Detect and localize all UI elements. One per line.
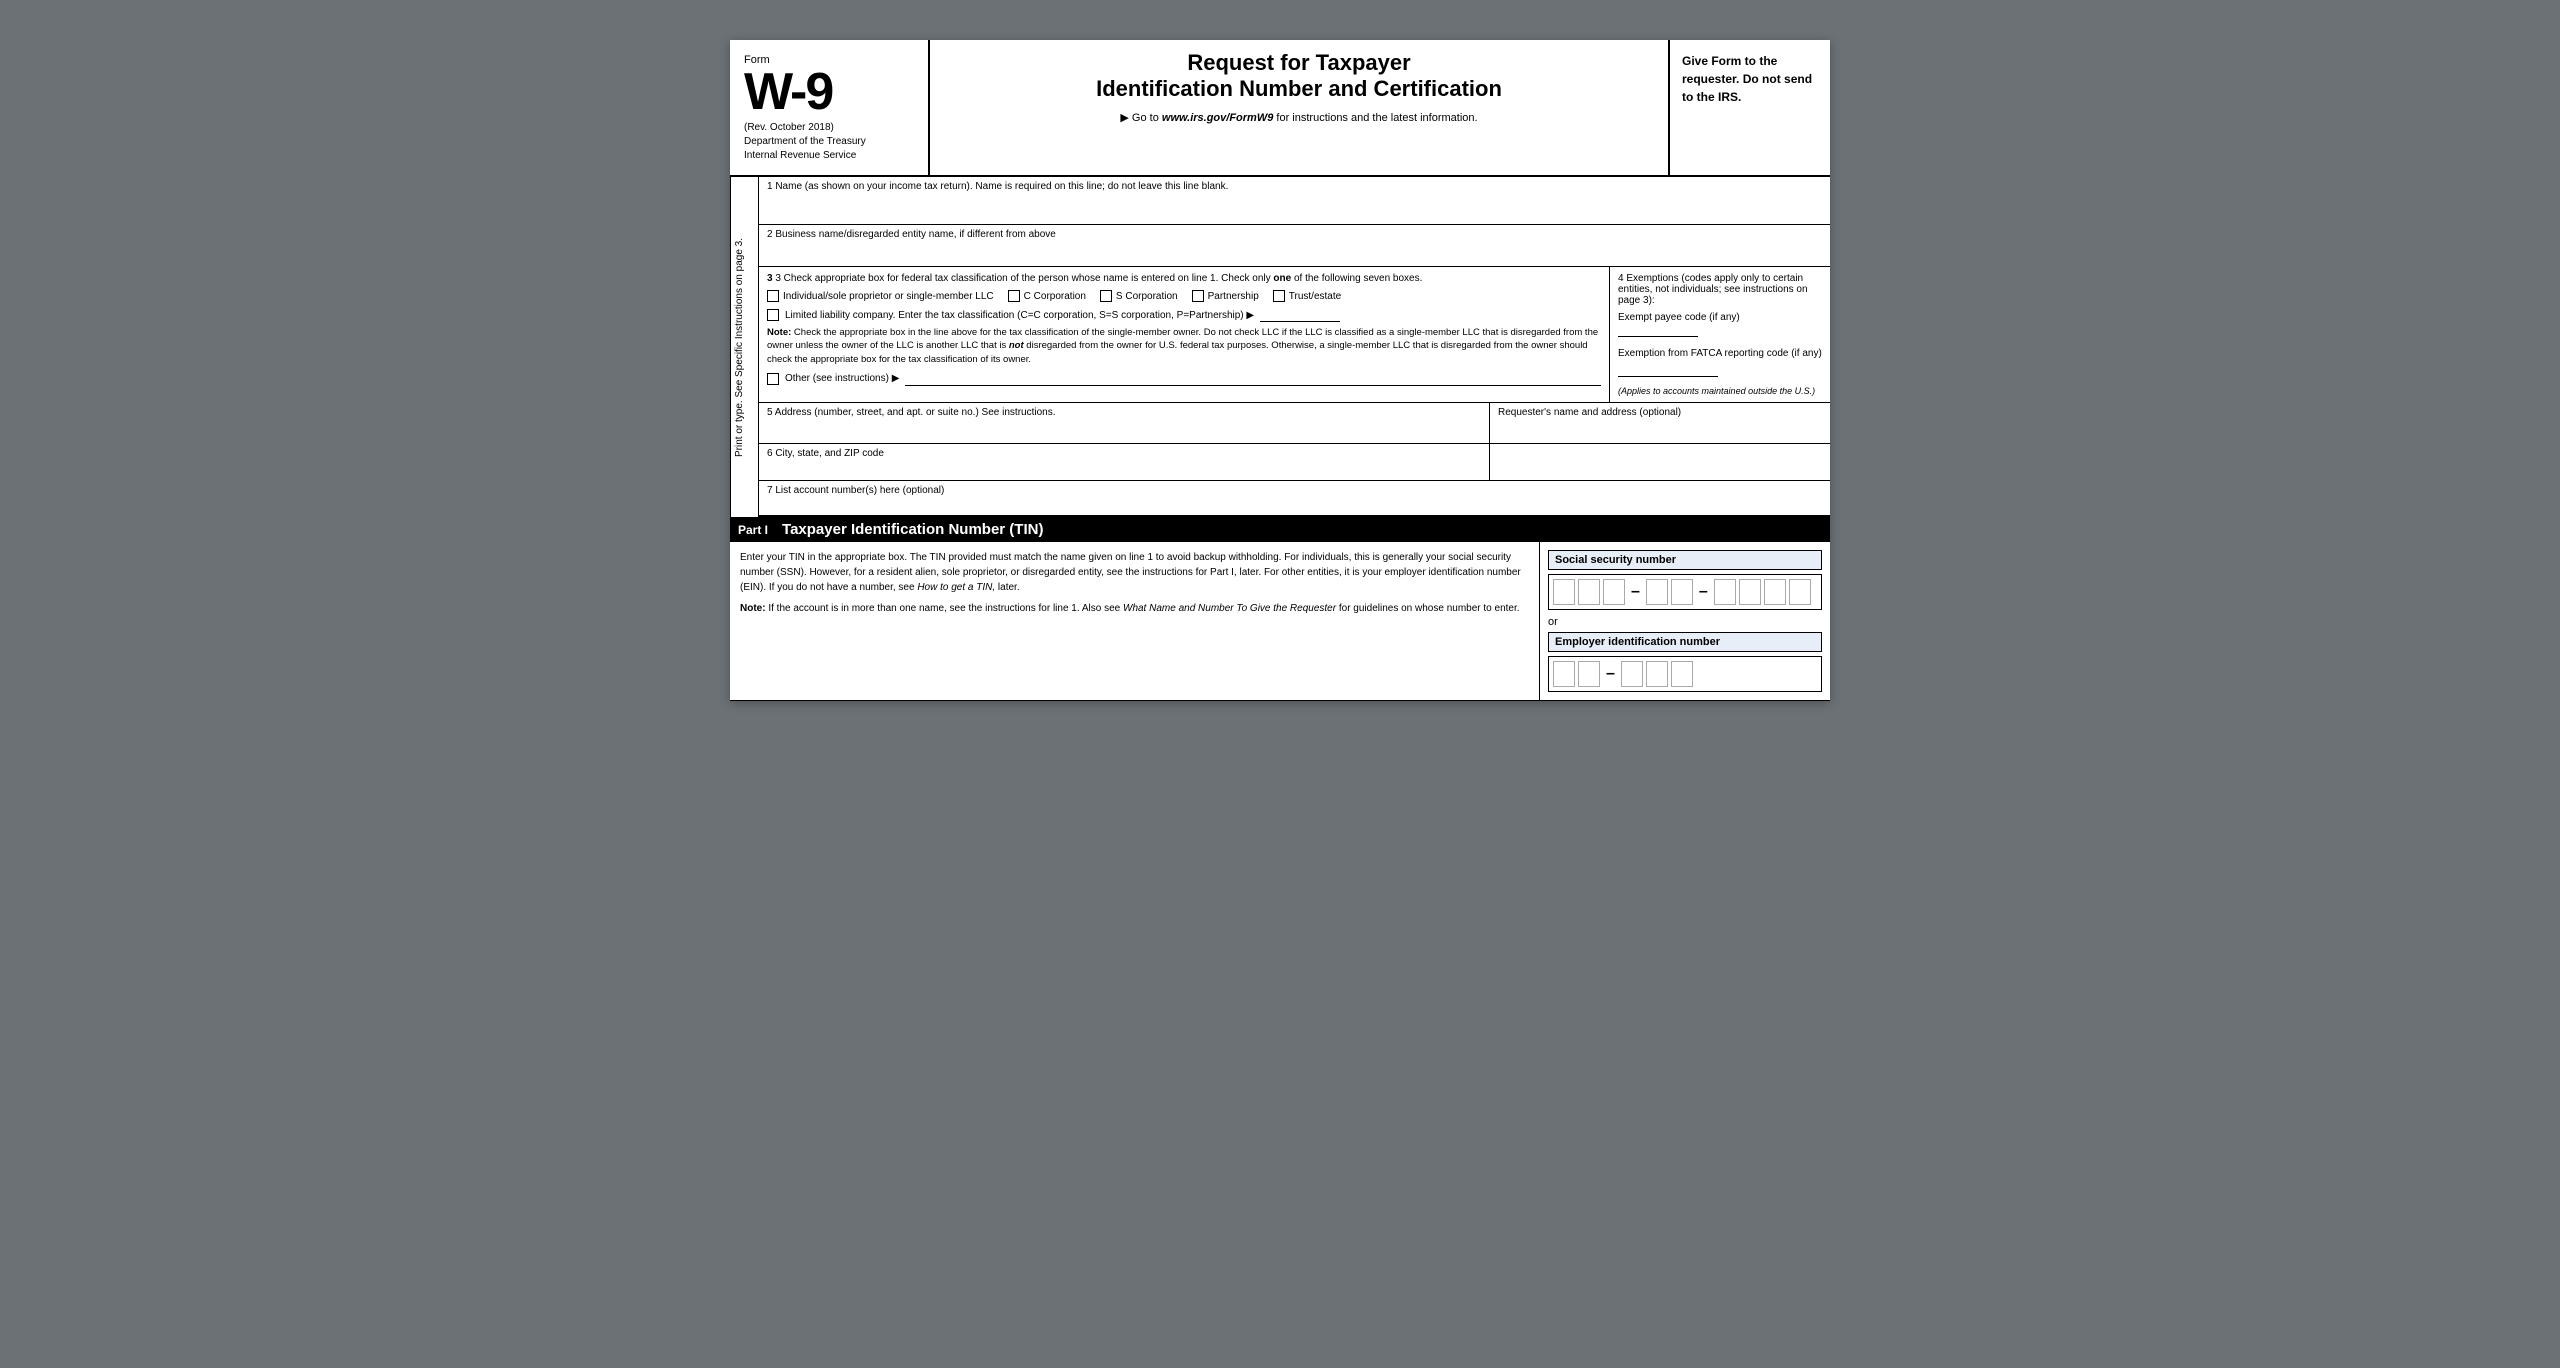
checkbox-partnership: Partnership (1192, 290, 1259, 302)
ein-cell-5[interactable] (1671, 661, 1693, 687)
llc-row: Limited liability company. Enter the tax… (767, 308, 1601, 322)
checkbox-partnership-box[interactable] (1192, 290, 1204, 302)
ssn-dash-2: – (1699, 583, 1708, 601)
ein-segment-2 (1621, 661, 1693, 687)
checkbox-s-corp: S Corporation (1100, 290, 1178, 302)
checkbox-c-corp: C Corporation (1008, 290, 1086, 302)
part-1-section: Part I Taxpayer Identification Number (T… (730, 517, 1830, 701)
requester-section: Requester's name and address (optional) (1490, 403, 1830, 443)
sidebar-label: Print or type. See Specific Instructions… (730, 177, 758, 517)
part-1-text: Enter your TIN in the appropriate box. T… (730, 542, 1540, 700)
ssn-segment-2 (1646, 579, 1693, 605)
llc-input[interactable] (1260, 308, 1340, 322)
header-left: Form W-9 (Rev. October 2018) Department … (730, 40, 930, 175)
checkbox-trust-box[interactable] (1273, 290, 1285, 302)
checkbox-s-corp-box[interactable] (1100, 290, 1112, 302)
header-center: Request for Taxpayer Identification Numb… (930, 40, 1670, 175)
exempt-payee-input[interactable] (1618, 323, 1698, 337)
ein-cell-4[interactable] (1646, 661, 1668, 687)
ssn-cell-6[interactable] (1714, 579, 1736, 605)
ssn-cell-3[interactable] (1603, 579, 1625, 605)
city-right (1490, 444, 1830, 480)
other-input[interactable] (905, 372, 1601, 386)
checkbox-other-box[interactable] (767, 373, 779, 385)
part-1-header: Part I Taxpayer Identification Number (T… (730, 517, 1830, 542)
part-1-note: Note: If the account is in more than one… (740, 601, 1529, 616)
checkbox-llc-box[interactable] (767, 309, 779, 321)
ein-segment-1 (1553, 661, 1600, 687)
field-3-container: 3 3 Check appropriate box for federal ta… (759, 267, 1830, 403)
form-fields: 1 Name (as shown on your income tax retu… (758, 177, 1830, 517)
part-1-para1: Enter your TIN in the appropriate box. T… (740, 550, 1529, 595)
ssn-dash-1: – (1631, 583, 1640, 601)
goto-url[interactable]: www.irs.gov/FormW9 (1162, 112, 1273, 124)
goto-line: ▶ Go to www.irs.gov/FormW9 for instructi… (950, 111, 1648, 124)
field-2-label: 2 Business name/disregarded entity name,… (767, 229, 1822, 240)
ein-label: Employer identification number (1548, 632, 1822, 652)
address-section: 5 Address (number, street, and apt. or s… (759, 403, 1830, 444)
exemptions-header: 4 Exemptions (codes apply only to certai… (1618, 273, 1822, 306)
field-1-label: 1 Name (as shown on your income tax retu… (767, 181, 1822, 192)
ssn-cell-7[interactable] (1739, 579, 1761, 605)
ssn-segment-3 (1714, 579, 1811, 605)
field-2-row: 2 Business name/disregarded entity name,… (759, 225, 1830, 267)
ssn-cell-9[interactable] (1789, 579, 1811, 605)
part-1-title: Taxpayer Identification Number (TIN) (782, 521, 1043, 538)
form-title: Request for Taxpayer Identification Numb… (950, 50, 1648, 103)
city-row: 6 City, state, and ZIP code (759, 444, 1830, 481)
note-text: Note: Check the appropriate box in the l… (767, 326, 1601, 366)
ssn-cell-8[interactable] (1764, 579, 1786, 605)
form-rev: (Rev. October 2018) (744, 122, 914, 133)
form-dept: Department of the Treasury Internal Reve… (744, 135, 914, 163)
form-number: W-9 (744, 66, 914, 118)
checkbox-c-corp-box[interactable] (1008, 290, 1020, 302)
field-3-number: 3 (767, 273, 773, 284)
header-right: Give Form to the requester. Do not send … (1670, 40, 1830, 175)
ein-box: – (1548, 656, 1822, 692)
ssn-cell-1[interactable] (1553, 579, 1575, 605)
part-1-body: Enter your TIN in the appropriate box. T… (730, 542, 1830, 701)
fatca-input[interactable] (1618, 363, 1718, 377)
checkbox-individual: Individual/sole proprietor or single-mem… (767, 290, 994, 302)
field-3-right: 4 Exemptions (codes apply only to certai… (1610, 267, 1830, 402)
applies-note: (Applies to accounts maintained outside … (1618, 386, 1822, 396)
field-5-left: 5 Address (number, street, and apt. or s… (759, 403, 1490, 443)
ssn-segment-1 (1553, 579, 1625, 605)
ssn-box: – – (1548, 574, 1822, 610)
field-1-row: 1 Name (as shown on your income tax retu… (759, 177, 1830, 225)
ssn-cell-4[interactable] (1646, 579, 1668, 605)
field-3-left: 3 3 Check appropriate box for federal ta… (759, 267, 1610, 402)
checkboxes-row: Individual/sole proprietor or single-mem… (767, 290, 1601, 302)
checkbox-individual-box[interactable] (767, 290, 779, 302)
field-7-row: 7 List account number(s) here (optional) (759, 481, 1830, 517)
part-1-tin-boxes: Social security number – – (1540, 542, 1830, 700)
form-body: Print or type. See Specific Instructions… (730, 177, 1830, 517)
w9-form: Form W-9 (Rev. October 2018) Department … (730, 40, 1830, 701)
part-1-label: Part I (738, 523, 768, 537)
ssn-cell-5[interactable] (1671, 579, 1693, 605)
ssn-label: Social security number (1548, 550, 1822, 570)
field-5-label: 5 Address (number, street, and apt. or s… (767, 407, 1056, 418)
ein-cell-2[interactable] (1578, 661, 1600, 687)
ssn-cell-2[interactable] (1578, 579, 1600, 605)
checkbox-trust: Trust/estate (1273, 290, 1341, 302)
fatca-label: Exemption from FATCA reporting code (if … (1618, 348, 1822, 380)
field-6-left: 6 City, state, and ZIP code (759, 444, 1490, 480)
form-header: Form W-9 (Rev. October 2018) Department … (730, 40, 1830, 177)
or-text: or (1548, 616, 1822, 628)
field-6-label: 6 City, state, and ZIP code (767, 448, 884, 459)
field-3-label: 3 3 Check appropriate box for federal ta… (767, 273, 1601, 284)
requester-label: Requester's name and address (optional) (1498, 407, 1681, 418)
field-7-label: 7 List account number(s) here (optional) (767, 485, 944, 496)
ein-cell-3[interactable] (1621, 661, 1643, 687)
exempt-payee-label: Exempt payee code (if any) (1618, 312, 1822, 340)
ein-cell-1[interactable] (1553, 661, 1575, 687)
other-row: Other (see instructions) ▶ (767, 372, 1601, 386)
ein-dash: – (1606, 665, 1615, 683)
